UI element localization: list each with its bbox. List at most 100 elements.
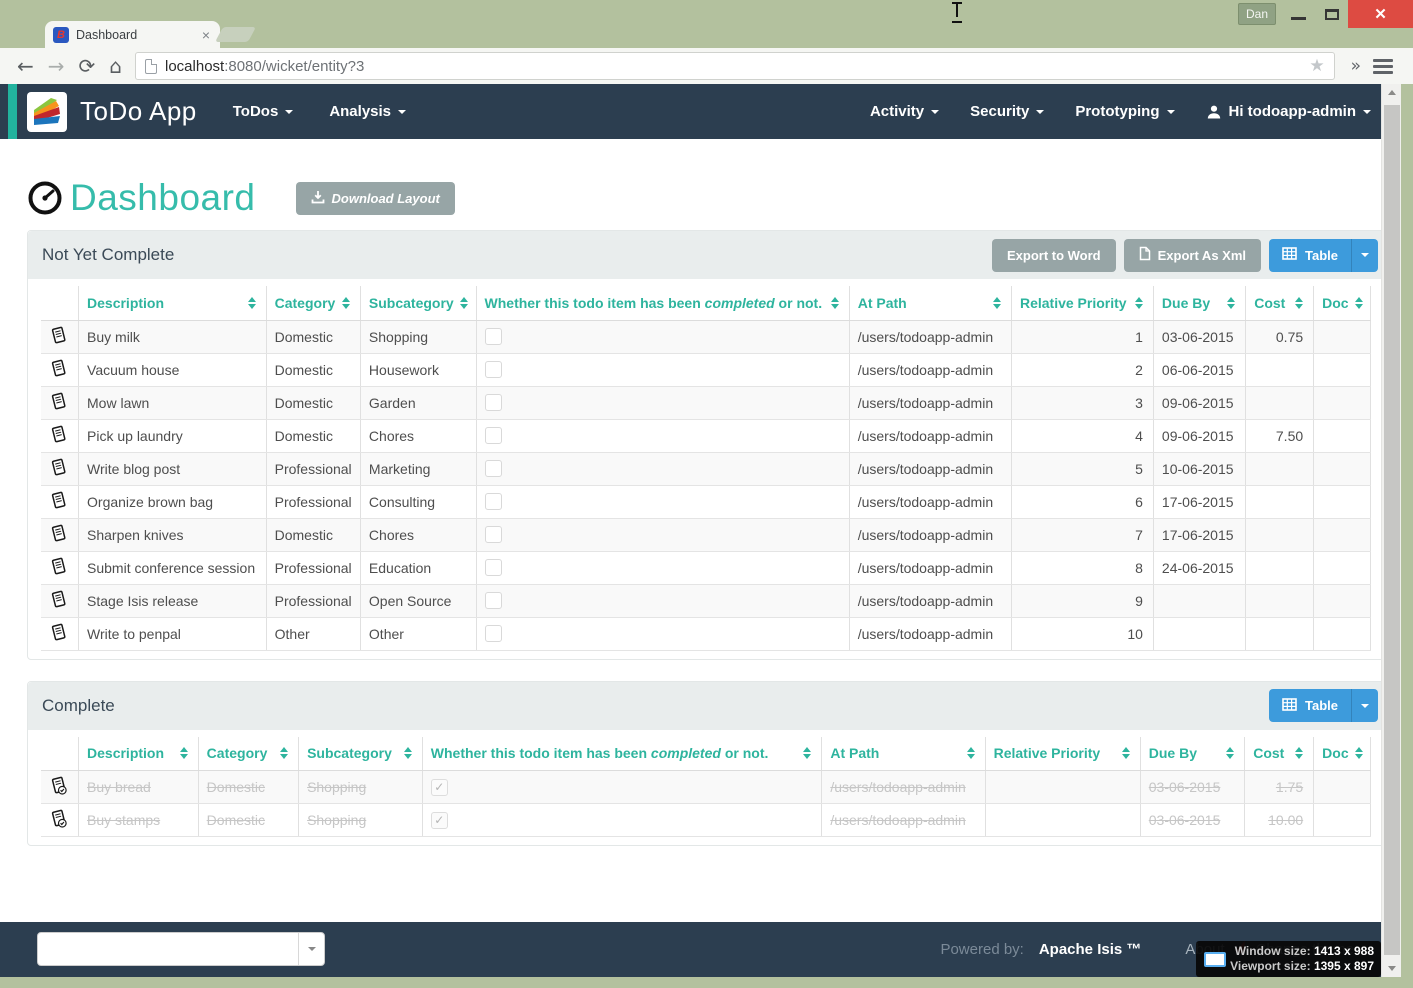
sort-icon[interactable] [1295,296,1304,309]
column-at-path[interactable]: At Path [821,736,986,771]
cell-description[interactable]: Buy bread [78,770,199,804]
sort-icon[interactable] [341,296,350,309]
browser-menu-icon[interactable] [1373,58,1393,74]
extensions-overflow-icon[interactable]: » [1351,56,1361,76]
table-view-caret[interactable] [1351,238,1378,272]
column-description[interactable]: Description [78,286,267,321]
column-cost[interactable]: Cost [1245,286,1315,321]
sort-icon[interactable] [830,296,839,309]
sort-icon[interactable] [1226,747,1235,760]
todo-table-row[interactable]: Organize brown bag Professional Consulti… [41,485,1371,519]
browser-tab-dashboard[interactable]: B Dashboard × [45,21,220,48]
window-close-button[interactable]: ✕ [1348,0,1413,28]
table-view-button[interactable]: Table [1269,689,1378,722]
app-logo-icon[interactable] [27,91,67,132]
sort-icon[interactable] [1354,747,1363,760]
todo-table-row[interactable]: Submit conference session Professional E… [41,551,1371,585]
export-as-xml-button[interactable]: Export As Xml [1123,238,1261,272]
reload-icon[interactable]: ⟳ [79,56,96,76]
panel-title: Complete [42,695,115,715]
sort-icon[interactable] [1295,747,1304,760]
cell-description[interactable]: Vacuum house [78,353,267,387]
column-due-by[interactable]: Due By [1140,736,1246,771]
select-caret-icon[interactable] [298,933,324,965]
menu-security[interactable]: Security [970,103,1045,120]
sort-icon[interactable] [1121,747,1130,760]
table-view-caret[interactable] [1351,689,1378,722]
home-icon[interactable]: ⌂ [109,56,122,76]
export-to-word-button[interactable]: Export to Word [991,238,1116,272]
cell-description[interactable]: Organize brown bag [78,485,267,519]
cell-description[interactable]: Mow lawn [78,386,267,420]
window-maximize-button[interactable] [1316,0,1348,28]
column-relative-priority[interactable]: Relative Priority [985,736,1141,771]
sort-icon[interactable] [247,296,256,309]
todo-table-row[interactable]: Stage Isis release Professional Open Sou… [41,584,1371,618]
cell-description[interactable]: Sharpen knives [78,518,267,552]
address-bar[interactable]: localhost:8080/wicket/entity?3 ★ [135,52,1335,80]
column-category[interactable]: Category [198,736,300,771]
cell-description[interactable]: Write blog post [78,452,267,486]
scrollbar-down-icon[interactable] [1382,960,1401,977]
new-tab-button[interactable] [215,27,256,42]
sort-icon[interactable] [1354,296,1363,309]
sort-icon[interactable] [992,296,1001,309]
column-subcategory[interactable]: Subcategory [360,286,477,321]
cell-description[interactable]: Buy milk [78,320,267,354]
column-doc[interactable]: Doc [1313,736,1371,771]
browser-profile-button[interactable]: Dan [1238,3,1276,25]
theme-select[interactable] [37,932,325,966]
forward-icon[interactable]: → [48,56,65,76]
todo-table-row[interactable]: Mow lawn Domestic Garden /users/todoapp-… [41,386,1371,420]
todo-table-row-complete[interactable]: Buy stamps Domestic Shopping ✓ /users/to… [41,803,1371,837]
cell-description[interactable]: Write to penpal [78,617,267,651]
menu-analysis[interactable]: Analysis [329,103,407,120]
sort-icon[interactable] [1134,296,1143,309]
menu-activity[interactable]: Activity [870,103,940,120]
column-category[interactable]: Category [266,286,361,321]
cell-description[interactable]: Stage Isis release [78,584,267,618]
bookmark-star-icon[interactable]: ★ [1309,56,1324,76]
brand-title[interactable]: ToDo App [80,96,197,127]
back-icon[interactable]: ← [17,56,34,76]
cell-description[interactable]: Submit conference session [78,551,267,585]
todo-table-row[interactable]: Write to penpal Other Other /users/todoa… [41,617,1371,651]
column-doc[interactable]: Doc [1313,286,1371,321]
todo-table-row[interactable]: Write blog post Professional Marketing /… [41,452,1371,486]
column-cost[interactable]: Cost [1244,736,1315,771]
column-at-path[interactable]: At Path [849,286,1012,321]
cell-description[interactable]: Pick up laundry [78,419,267,453]
column-description[interactable]: Description [78,736,199,771]
page-scrollbar[interactable] [1381,84,1401,977]
scrollbar-thumb[interactable] [1384,105,1400,955]
sort-icon[interactable] [280,747,289,760]
user-menu[interactable]: Hi todoapp-admin [1206,103,1371,120]
table-view-button[interactable]: Table [1269,238,1378,272]
sort-icon[interactable] [1227,296,1236,309]
download-layout-button[interactable]: Download Layout [295,181,455,215]
cell-at-path: /users/todoapp-admin [849,518,1012,552]
sort-icon[interactable] [966,747,975,760]
todo-table-row[interactable]: Vacuum house Domestic Housework /users/t… [41,353,1371,387]
tab-close-icon[interactable]: × [200,27,212,43]
cell-description[interactable]: Buy stamps [78,803,199,837]
sort-icon[interactable] [403,747,412,760]
todo-table-row[interactable]: Sharpen knives Domestic Chores /users/to… [41,518,1371,552]
column-completed[interactable]: Whether this todo item has been complete… [422,736,823,771]
todo-table-row[interactable]: Buy milk Domestic Shopping /users/todoap… [41,320,1371,354]
menu-todos[interactable]: ToDos [233,103,294,120]
column-subcategory[interactable]: Subcategory [298,736,423,771]
column-completed[interactable]: Whether this todo item has been complete… [476,286,850,321]
window-minimize-button[interactable] [1282,0,1314,28]
sort-icon[interactable] [803,747,812,760]
scrollbar-up-icon[interactable] [1382,84,1401,101]
menu-prototyping[interactable]: Prototyping [1075,103,1175,120]
todo-table-row-complete[interactable]: Buy bread Domestic Shopping ✓ /users/tod… [41,770,1371,804]
column-due-by[interactable]: Due By [1153,286,1247,321]
column-relative-priority[interactable]: Relative Priority [1011,286,1154,321]
sort-icon[interactable] [179,747,188,760]
sort-icon[interactable] [459,296,468,309]
apache-isis-link[interactable]: Apache Isis ™ [1039,941,1142,958]
cell-completed: ✓ [422,770,823,804]
todo-table-row[interactable]: Pick up laundry Domestic Chores /users/t… [41,419,1371,453]
